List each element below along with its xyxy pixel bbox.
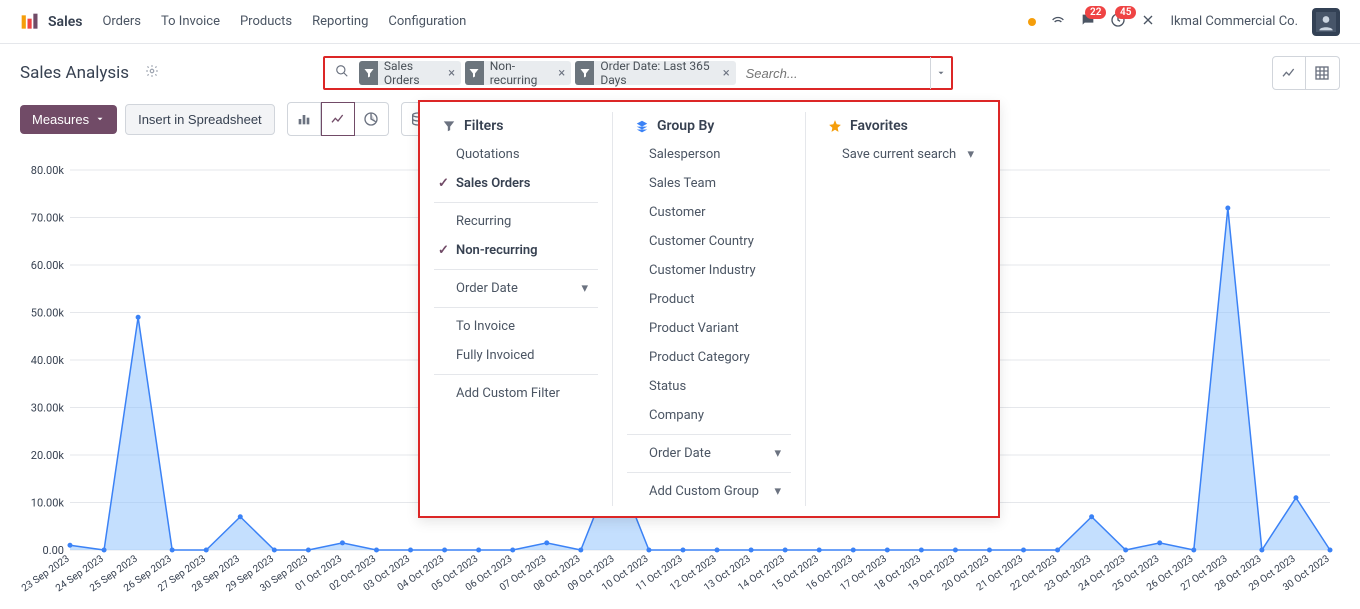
chevron-down-icon: ▾	[967, 147, 974, 162]
filter-recurring[interactable]: Recurring	[434, 207, 598, 236]
chevron-down-icon: ▾	[774, 446, 781, 461]
funnel-icon	[465, 61, 484, 85]
chip-close-icon[interactable]: ×	[552, 66, 571, 81]
filter-order-date[interactable]: Order Date ▾	[434, 274, 598, 303]
nav-configuration[interactable]: Configuration	[388, 14, 466, 29]
top-nav: Sales Orders To Invoice Products Reporti…	[0, 0, 1360, 44]
svg-text:40.00k: 40.00k	[31, 354, 65, 367]
chip-label: Non-recurring	[484, 59, 553, 87]
tools-icon[interactable]	[1140, 12, 1156, 32]
filter-quotations[interactable]: Quotations	[434, 140, 598, 169]
view-pivot-button[interactable]	[1306, 56, 1340, 90]
gear-icon[interactable]	[145, 64, 159, 82]
measures-label: Measures	[32, 112, 89, 127]
filter-sales-orders[interactable]: Sales Orders	[434, 169, 598, 198]
svg-text:20.00k: 20.00k	[31, 449, 65, 462]
search-chip-sales-orders: Sales Orders ×	[359, 61, 461, 85]
funnel-icon	[575, 61, 594, 85]
messages-icon[interactable]: 22	[1080, 12, 1096, 32]
svg-text:80.00k: 80.00k	[31, 164, 65, 177]
search-chip-non-recurring: Non-recurring ×	[465, 61, 571, 85]
chevron-down-icon: ▾	[774, 484, 781, 499]
group-country[interactable]: Customer Country	[627, 227, 791, 256]
nav-products[interactable]: Products	[240, 14, 292, 29]
group-variant[interactable]: Product Variant	[627, 314, 791, 343]
favorites-header: Favorites	[820, 112, 984, 140]
page-title: Sales Analysis	[20, 63, 129, 83]
group-customer[interactable]: Customer	[627, 198, 791, 227]
measures-button[interactable]: Measures	[20, 105, 117, 134]
chip-close-icon[interactable]: ×	[442, 66, 461, 81]
activities-icon[interactable]: 45	[1110, 12, 1126, 32]
svg-text:0.00: 0.00	[43, 544, 64, 557]
group-salesperson[interactable]: Salesperson	[627, 140, 791, 169]
group-status[interactable]: Status	[627, 372, 791, 401]
chevron-down-icon: ▾	[581, 281, 588, 296]
subheader: Sales Analysis Sales Orders × Non-recurr…	[0, 44, 1360, 102]
insert-spreadsheet-button[interactable]: Insert in Spreadsheet	[125, 104, 275, 135]
filters-column: Filters Quotations Sales Orders Recurrin…	[420, 112, 613, 506]
chevron-down-icon	[95, 114, 105, 124]
messages-badge: 22	[1085, 6, 1106, 19]
group-category[interactable]: Product Category	[627, 343, 791, 372]
bar-chart-button[interactable]	[287, 102, 321, 136]
search-dropdown-panel: Filters Quotations Sales Orders Recurrin…	[418, 100, 1000, 518]
chip-close-icon[interactable]: ×	[717, 66, 736, 81]
company-name[interactable]: Ikmal Commercial Co.	[1170, 14, 1298, 29]
nav-reporting[interactable]: Reporting	[312, 14, 368, 29]
chip-label: Order Date: Last 365 Days	[594, 59, 716, 87]
app-icon	[20, 12, 40, 32]
line-chart-button[interactable]	[321, 102, 355, 136]
search-bar: Sales Orders × Non-recurring × Order Dat…	[323, 56, 953, 90]
group-sales-team[interactable]: Sales Team	[627, 169, 791, 198]
svg-text:70.00k: 70.00k	[31, 212, 65, 225]
app-name[interactable]: Sales	[48, 14, 82, 30]
nav-orders[interactable]: Orders	[102, 14, 141, 29]
save-current-search[interactable]: Save current search ▾	[820, 140, 984, 169]
search-input[interactable]	[740, 66, 930, 81]
add-custom-group[interactable]: Add Custom Group ▾	[627, 477, 791, 506]
group-industry[interactable]: Customer Industry	[627, 256, 791, 285]
add-custom-filter[interactable]: Add Custom Filter	[434, 379, 598, 408]
chip-label: Sales Orders	[378, 59, 442, 87]
group-product[interactable]: Product	[627, 285, 791, 314]
filter-non-recurring[interactable]: Non-recurring	[434, 236, 598, 265]
layers-icon	[635, 119, 649, 133]
avatar[interactable]	[1312, 8, 1340, 36]
view-switcher	[1272, 56, 1340, 90]
pie-chart-button[interactable]	[355, 102, 389, 136]
search-icon[interactable]	[325, 64, 359, 82]
svg-text:10.00k: 10.00k	[31, 497, 65, 510]
svg-text:60.00k: 60.00k	[31, 259, 65, 272]
wifi-icon[interactable]	[1050, 12, 1066, 32]
status-dot-icon	[1028, 18, 1036, 26]
groupby-column: Group By Salesperson Sales Team Customer…	[613, 112, 806, 506]
svg-text:30.00k: 30.00k	[31, 402, 65, 415]
funnel-icon	[359, 61, 378, 85]
view-chart-button[interactable]	[1272, 56, 1306, 90]
funnel-icon	[442, 119, 456, 133]
favorites-column: Favorites Save current search ▾	[806, 112, 998, 506]
filter-fully-invoiced[interactable]: Fully Invoiced	[434, 341, 598, 370]
activities-badge: 45	[1115, 6, 1136, 19]
nav-to-invoice[interactable]: To Invoice	[161, 14, 220, 29]
star-icon	[828, 119, 842, 133]
groupby-header: Group By	[627, 112, 791, 140]
search-dropdown-toggle[interactable]	[930, 57, 952, 89]
svg-text:50.00k: 50.00k	[31, 307, 65, 320]
chart-type-group	[287, 102, 389, 136]
filter-to-invoice[interactable]: To Invoice	[434, 312, 598, 341]
group-company[interactable]: Company	[627, 401, 791, 430]
search-chip-order-date: Order Date: Last 365 Days ×	[575, 61, 735, 85]
group-order-date[interactable]: Order Date ▾	[627, 439, 791, 468]
filters-header: Filters	[434, 112, 598, 140]
